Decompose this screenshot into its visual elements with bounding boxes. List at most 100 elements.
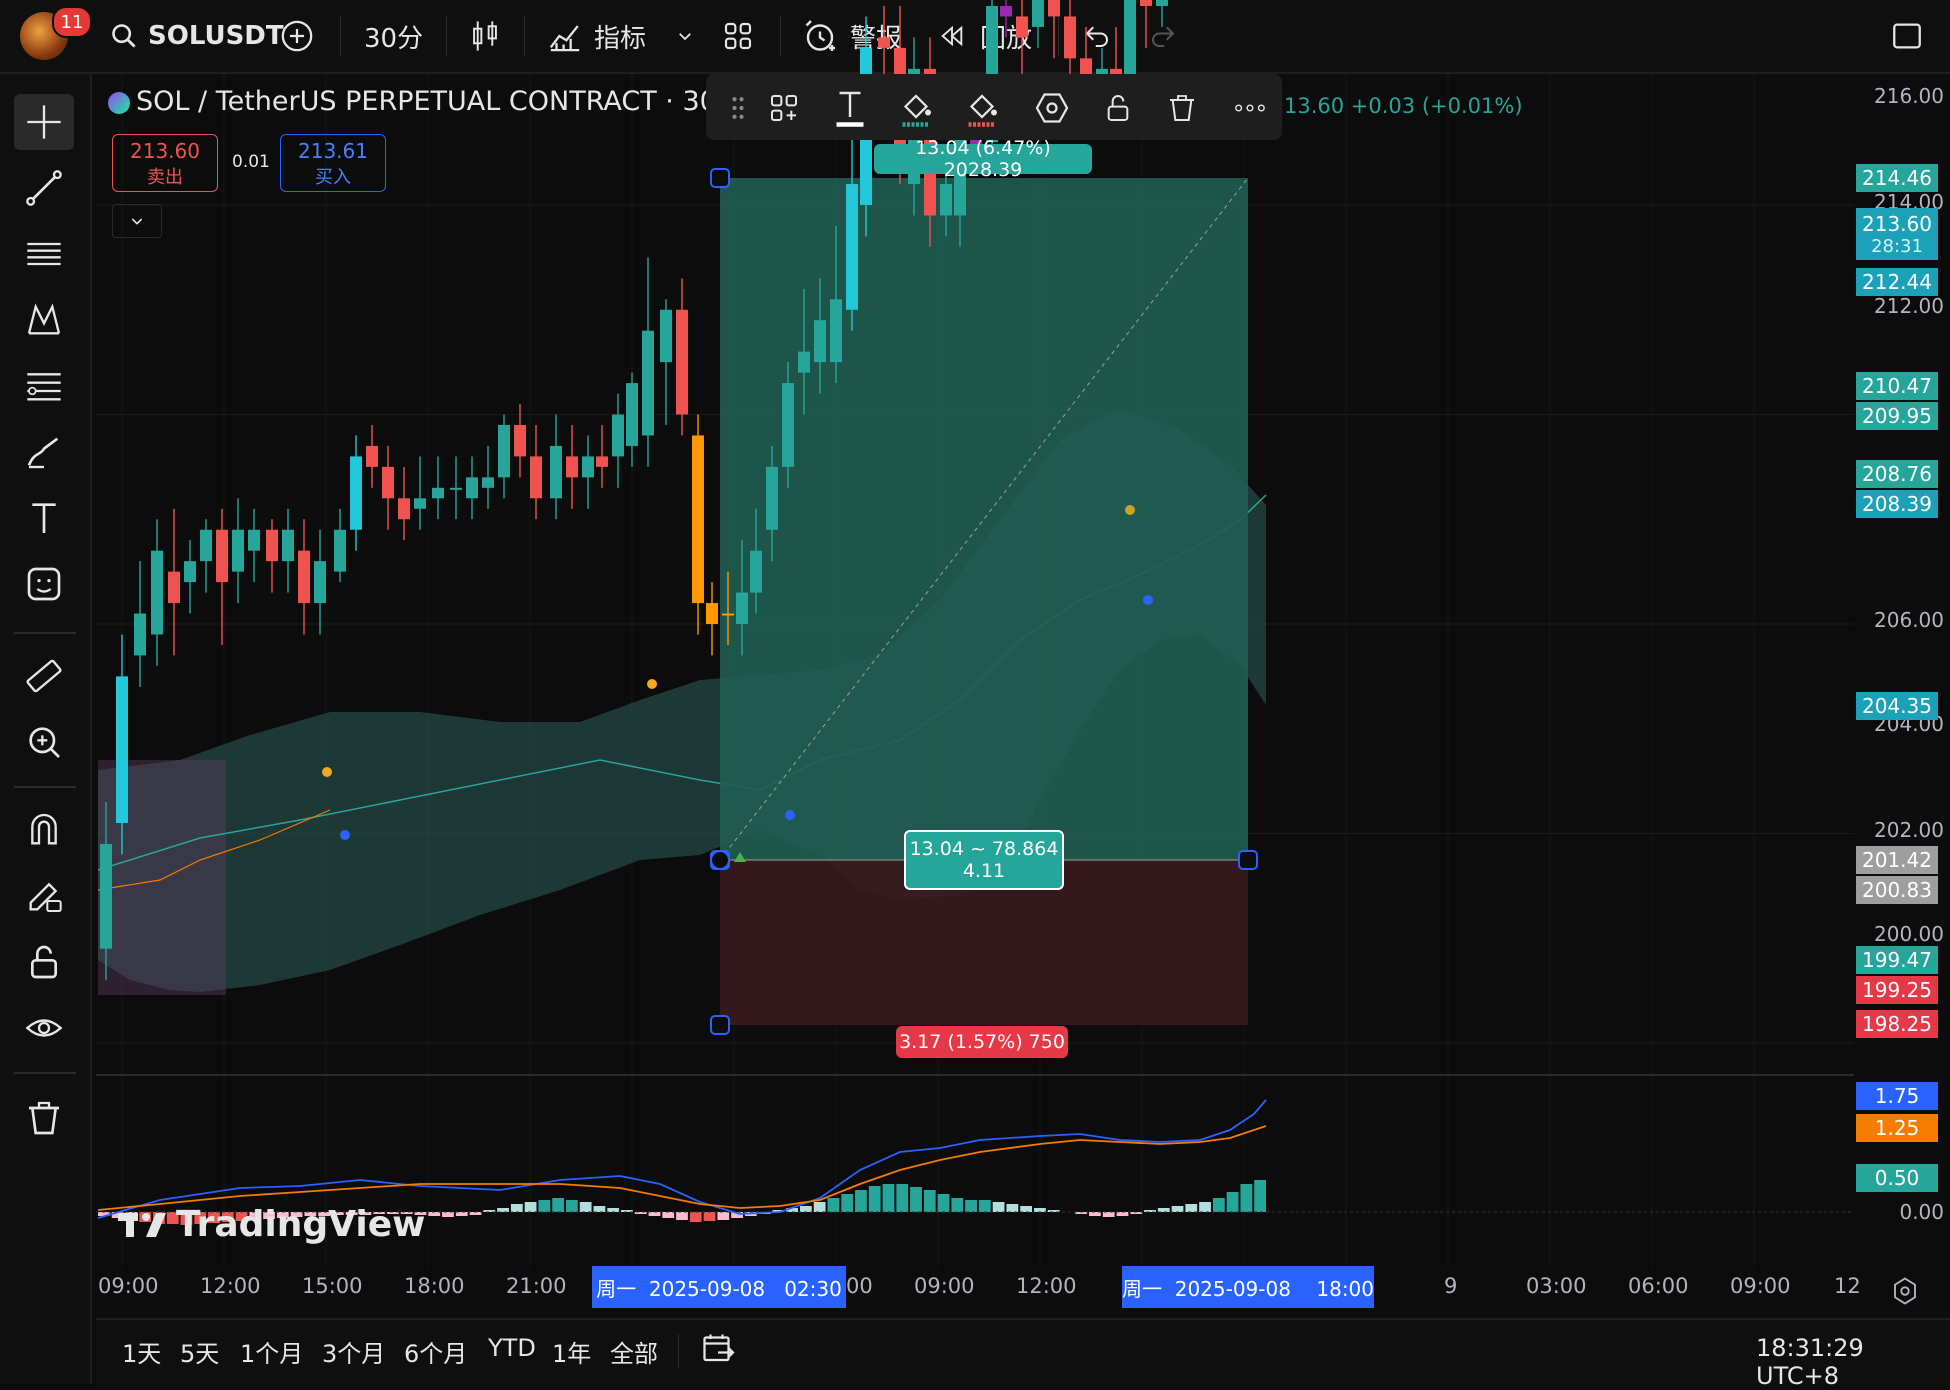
candle-body xyxy=(1016,16,1028,38)
time-label: 12 xyxy=(1834,1274,1861,1298)
time-label: 00 xyxy=(846,1274,873,1298)
settings-button[interactable] xyxy=(1030,86,1074,130)
time-label: 18:00 xyxy=(404,1274,465,1298)
axis-settings-button[interactable] xyxy=(1890,1276,1920,1310)
macd-histogram-bar xyxy=(689,1212,702,1222)
clock-timezone[interactable]: 18:31:29 UTC+8 xyxy=(1756,1334,1950,1390)
macd-histogram-bar xyxy=(1226,1192,1239,1212)
candle-body xyxy=(1140,0,1152,6)
time-cursor-end: 周一 2025-09-08 18:00 xyxy=(1122,1266,1374,1308)
candle-body xyxy=(151,550,163,635)
goto-date-button[interactable] xyxy=(700,1330,736,1370)
macd-histogram-bar xyxy=(800,1206,812,1212)
macd-histogram-bar xyxy=(566,1200,578,1212)
position-center-line2: 4.11 xyxy=(962,860,1006,882)
macd-histogram-bar xyxy=(827,1198,840,1212)
range-1m[interactable]: 1个月 xyxy=(240,1334,303,1369)
signal-dot xyxy=(322,767,332,777)
delete-drawing-button[interactable] xyxy=(1160,86,1204,130)
lock-drawing-button[interactable] xyxy=(1096,86,1140,130)
macd-histogram-bar xyxy=(1171,1206,1184,1212)
template-button[interactable] xyxy=(762,86,806,130)
tradingview-watermark: TradingView xyxy=(116,1204,425,1245)
fill-color-button[interactable] xyxy=(894,86,938,130)
range-1d[interactable]: 1天 xyxy=(122,1334,161,1369)
macd-histogram-bar xyxy=(552,1198,564,1212)
macd-histogram-bar xyxy=(524,1202,537,1212)
macd-histogram-bar xyxy=(676,1212,688,1220)
candle-body xyxy=(482,477,494,488)
price-tag: 212.44 xyxy=(1856,268,1938,296)
candle-body xyxy=(846,184,858,310)
range-ytd[interactable]: YTD xyxy=(488,1334,536,1362)
macd-histogram-bar xyxy=(428,1212,441,1216)
signal-dot xyxy=(647,679,657,689)
price-chart[interactable] xyxy=(0,0,1950,1384)
watermark-text: TradingView xyxy=(176,1204,426,1245)
signal-tag: 1.25 xyxy=(1856,1114,1938,1142)
histogram-tag: 0.50 xyxy=(1856,1164,1938,1192)
position-center-label[interactable]: 13.04 ~ 78.864 4.11 xyxy=(904,830,1064,890)
candle-body xyxy=(830,299,842,363)
macd-histogram-bar xyxy=(923,1190,936,1212)
candle-body xyxy=(1032,0,1044,27)
macd-tag: 1.75 xyxy=(1856,1082,1938,1110)
macd-histogram-bar xyxy=(510,1204,523,1212)
macd-histogram-bar xyxy=(841,1194,854,1212)
candle-body xyxy=(566,456,578,478)
stop-fill-color-button[interactable] xyxy=(960,86,1004,130)
candle-body xyxy=(550,445,562,499)
candle-body xyxy=(200,529,212,562)
macd-histogram-bar xyxy=(1020,1206,1032,1212)
sell-label: 卖出 xyxy=(147,167,183,188)
candle-body xyxy=(798,351,810,373)
macd-histogram-bar xyxy=(1199,1202,1211,1212)
template-grid-icon xyxy=(771,95,797,121)
range-5d[interactable]: 5天 xyxy=(180,1334,219,1369)
time-label: 09:00 xyxy=(914,1274,975,1298)
candle-body xyxy=(184,561,196,583)
trash-icon xyxy=(1170,95,1194,121)
range-3m[interactable]: 3个月 xyxy=(322,1334,385,1369)
more-dots-icon xyxy=(1235,104,1265,112)
time-label: 12:00 xyxy=(200,1274,261,1298)
signal-dot xyxy=(340,830,350,840)
candle-body xyxy=(232,529,244,572)
candle-body xyxy=(248,529,260,551)
sell-button[interactable]: 213.60 卖出 xyxy=(112,134,218,192)
paint-bucket-icon xyxy=(902,94,931,127)
buy-label: 买入 xyxy=(315,167,351,188)
macd-histogram-bar xyxy=(855,1190,867,1212)
range-6m[interactable]: 6个月 xyxy=(404,1334,467,1369)
macd-histogram-bar xyxy=(1089,1212,1101,1216)
candle-body xyxy=(432,487,444,499)
current-price-tag: 213.60 28:31 xyxy=(1856,208,1938,260)
macd-histogram-bar xyxy=(648,1212,661,1216)
text-color-button[interactable] xyxy=(828,86,872,130)
candle-body xyxy=(100,843,112,949)
candle-body xyxy=(514,424,526,457)
macd-histogram-bar xyxy=(455,1212,468,1216)
macd-histogram-bar xyxy=(662,1212,675,1218)
collapse-legend-button[interactable] xyxy=(112,204,162,238)
position-center-line1: 13.04 ~ 78.864 xyxy=(909,838,1059,860)
price-label: 200.00 xyxy=(1874,922,1944,946)
candle-body xyxy=(414,498,426,509)
more-options-button[interactable] xyxy=(1228,86,1272,130)
candle-body xyxy=(1124,0,1136,80)
price-tag: 201.42 xyxy=(1856,846,1938,874)
candle-body xyxy=(766,466,778,530)
current-price: 213.60 xyxy=(1862,211,1932,236)
macd-histogram-bar xyxy=(703,1212,716,1221)
position-handle xyxy=(710,168,730,188)
candle-body xyxy=(1064,16,1076,59)
time-label: 03:00 xyxy=(1526,1274,1587,1298)
buy-button[interactable]: 213.61 买入 xyxy=(280,134,386,192)
drag-handle[interactable] xyxy=(716,86,760,130)
macd-histogram-bar xyxy=(1185,1204,1198,1212)
range-all[interactable]: 全部 xyxy=(610,1334,658,1369)
macd-histogram-bar xyxy=(579,1202,592,1212)
range-1y[interactable]: 1年 xyxy=(552,1334,591,1369)
price-tag: 209.95 xyxy=(1856,402,1938,430)
time-label: 09:00 xyxy=(1730,1274,1791,1298)
